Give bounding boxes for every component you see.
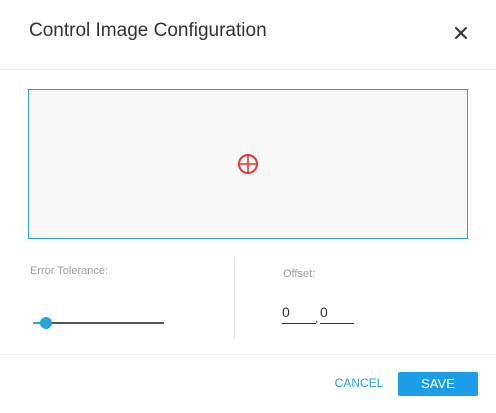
footer-divider <box>0 354 496 355</box>
dialog-title: Control Image Configuration <box>29 20 267 41</box>
close-icon <box>455 27 467 39</box>
offset-x-input[interactable] <box>282 301 316 324</box>
panel-divider <box>234 255 235 339</box>
offset-separator: , <box>315 311 319 325</box>
control-image-preview[interactable] <box>28 89 468 239</box>
dialog-header: Control Image Configuration <box>0 0 496 70</box>
cancel-button[interactable]: CANCEL <box>330 372 388 394</box>
error-tolerance-panel: Error Tolerance: <box>30 255 230 340</box>
offset-y-input[interactable] <box>320 301 354 324</box>
slider-track <box>33 322 164 324</box>
offset-panel: Offset: , <box>282 255 462 340</box>
close-button[interactable] <box>452 24 470 42</box>
offset-label: Offset: <box>283 268 316 280</box>
slider-thumb[interactable] <box>40 317 53 329</box>
error-tolerance-slider[interactable] <box>33 315 164 331</box>
crosshair-icon[interactable] <box>237 153 259 175</box>
save-button[interactable]: SAVE <box>398 372 478 396</box>
control-image-configuration-dialog: Control Image Configuration Error Tolera… <box>0 0 496 413</box>
error-tolerance-label: Error Tolerance: <box>30 265 109 277</box>
